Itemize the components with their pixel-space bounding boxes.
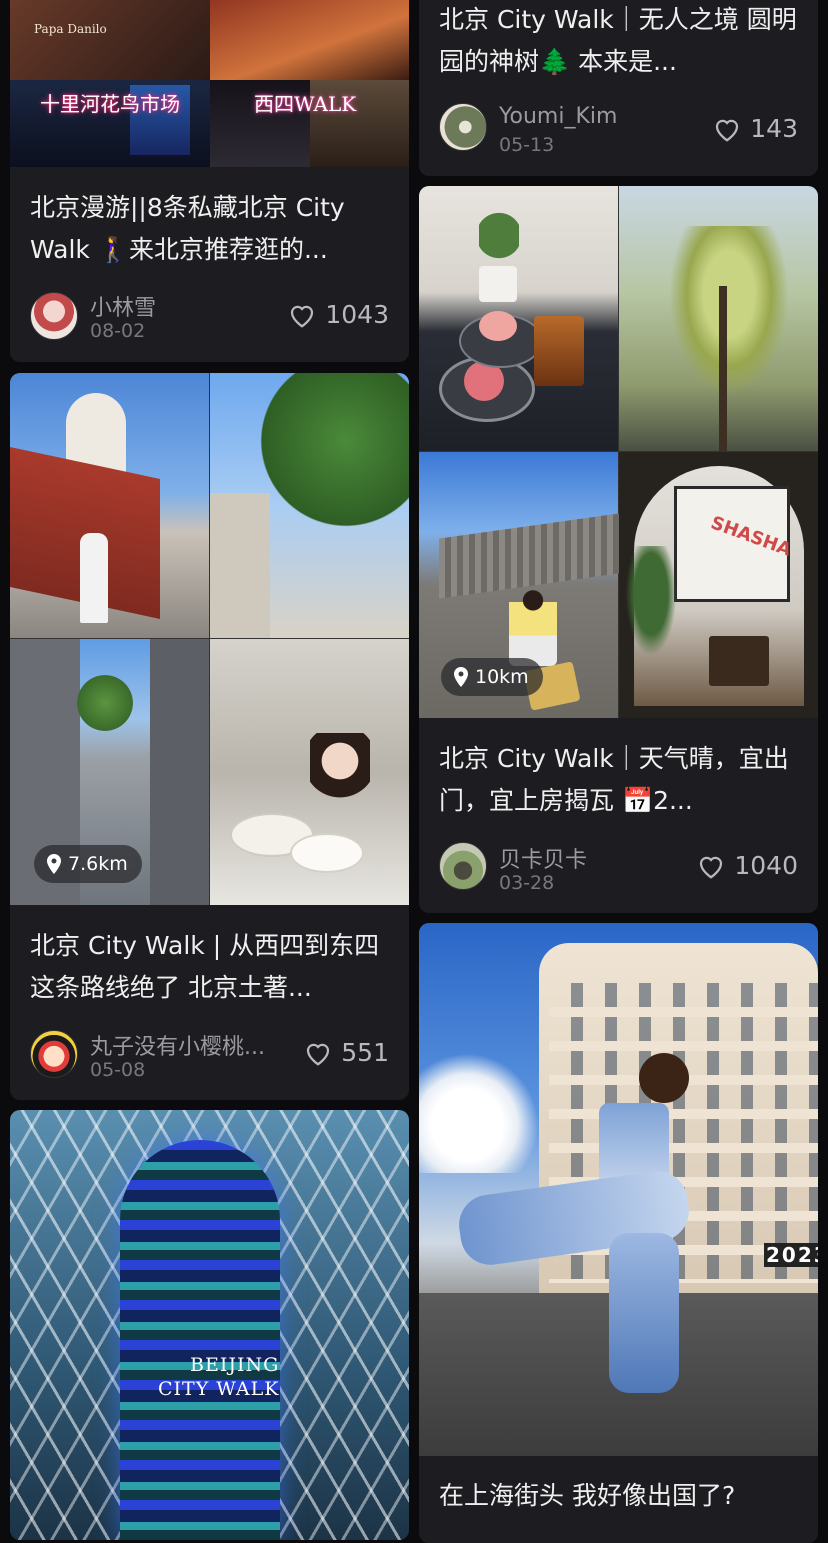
- image-text-xisi-walk: 西四WALK: [254, 92, 357, 116]
- note-card-4[interactable]: SHASHA 10km 北京 City Walk｜天气晴，宜出门，宜上房揭瓦 📅…: [419, 186, 818, 913]
- distance-badge: 7.6km: [34, 845, 142, 883]
- like-button[interactable]: 143: [712, 114, 798, 143]
- like-count: 551: [341, 1038, 389, 1067]
- cover-image: 2023: [419, 923, 818, 1456]
- distance-badge: 10km: [441, 658, 543, 696]
- cover-image-collage: Papa Danilo 十里河花鸟市场 西四WALK: [10, 0, 409, 167]
- note-title[interactable]: 北京 City Walk｜无人之境 圆明园的神树🌲 本来是...: [439, 0, 798, 83]
- avatar[interactable]: [439, 103, 487, 151]
- avatar[interactable]: [439, 842, 487, 890]
- distance-value: 7.6km: [68, 853, 128, 875]
- distance-value: 10km: [475, 666, 529, 688]
- image-text-2023: 2023: [764, 1243, 818, 1267]
- note-title[interactable]: 北京漫游||8条私藏北京 City Walk 🚶‍♀️来北京推荐逛的...: [30, 187, 389, 271]
- like-count: 1043: [325, 300, 389, 329]
- like-button[interactable]: 551: [303, 1038, 389, 1067]
- cover-image-collage: [10, 373, 409, 905]
- note-title[interactable]: 北京 City Walk｜天气晴，宜出门，宜上房揭瓦 📅2...: [439, 738, 798, 822]
- username[interactable]: 小林雪: [90, 290, 156, 322]
- note-card-6[interactable]: 2023 在上海街头 我好像出国了?: [419, 923, 818, 1543]
- note-card-2[interactable]: 北京 City Walk｜无人之境 圆明园的神树🌲 本来是... Youmi_K…: [419, 0, 818, 176]
- like-count: 143: [750, 114, 798, 143]
- username[interactable]: Youmi_Kim: [499, 104, 617, 129]
- like-count: 1040: [734, 851, 798, 880]
- post-date: 05-13: [499, 134, 555, 156]
- username[interactable]: 丸子没有小樱桃...: [90, 1029, 265, 1061]
- note-card-5[interactable]: BEIJING CITY WALK: [10, 1110, 409, 1540]
- post-date: 08-02: [90, 320, 146, 342]
- post-date: 03-28: [499, 872, 555, 894]
- image-text-city-walk: CITY WALK: [158, 1378, 280, 1400]
- heart-outline-icon: [700, 856, 723, 879]
- heart-outline-icon: [307, 1043, 330, 1066]
- note-title[interactable]: 北京 City Walk | 从西四到东四这条路线绝了 北京土著...: [30, 925, 389, 1009]
- heart-outline-icon: [716, 119, 739, 142]
- location-pin-icon: [454, 667, 468, 687]
- cover-image: BEIJING CITY WALK: [10, 1110, 409, 1540]
- avatar[interactable]: [30, 292, 78, 340]
- like-button[interactable]: 1040: [696, 851, 798, 880]
- avatar[interactable]: [30, 1030, 78, 1078]
- note-card-3[interactable]: 7.6km 北京 City Walk | 从西四到东四这条路线绝了 北京土著..…: [10, 373, 409, 1100]
- image-text-beijing: BEIJING: [190, 1354, 280, 1376]
- like-button[interactable]: 1043: [287, 300, 389, 329]
- post-date: 05-08: [90, 1059, 146, 1081]
- note-card-1[interactable]: Papa Danilo 十里河花鸟市场 西四WALK 北京漫游||8条私藏北京 …: [10, 0, 409, 362]
- heart-outline-icon: [291, 305, 314, 328]
- image-text-papa-danilo: Papa Danilo: [34, 22, 107, 36]
- image-text-market: 十里河花鸟市场: [40, 92, 180, 116]
- username[interactable]: 贝卡贝卡: [499, 842, 587, 874]
- location-pin-icon: [47, 854, 61, 874]
- note-title[interactable]: 在上海街头 我好像出国了?: [439, 1475, 798, 1517]
- cover-image-collage: SHASHA: [419, 186, 818, 718]
